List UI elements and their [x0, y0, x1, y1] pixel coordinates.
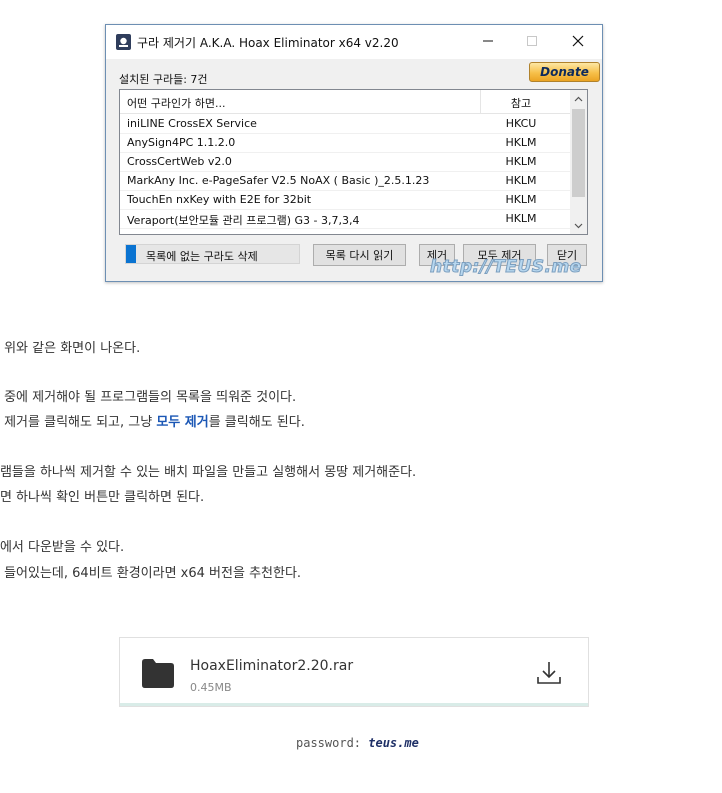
- article-line: 면 위와 같은 화면이 나온다.: [0, 341, 141, 356]
- maximize-icon: [527, 36, 537, 46]
- list-item[interactable]: TouchEn nxKey with E2E for 32bit HKLM: [120, 191, 570, 210]
- app-window-screenshot: 구라 제거기 A.K.A. Hoax Eliminator x64 v2.20 …: [105, 24, 603, 282]
- password-value: teus.me: [368, 736, 419, 750]
- app-icon: [116, 34, 131, 50]
- donate-button[interactable]: Donate: [529, 62, 600, 82]
- item-ref: HKLM: [505, 136, 537, 149]
- item-ref: HKLM: [505, 193, 537, 206]
- file-size: 0.45MB: [190, 681, 232, 694]
- list-item[interactable]: AnySign4PC 1.1.2.0 HKLM: [120, 134, 570, 153]
- close-icon: [572, 35, 584, 47]
- item-name: TouchEn nxKey with E2E for 32bit: [127, 193, 312, 206]
- list-item[interactable]: iniLINE CrossEX Service HKCU: [120, 115, 570, 134]
- list-item[interactable]: Veraport(보안모듈 관리 프로그램) G3 - 3,7,3,4 HKLM: [120, 210, 570, 229]
- installed-count-label: 설치된 구라들: 7건: [119, 73, 208, 86]
- card-underline: [120, 703, 588, 706]
- article-text: 서 제거를 클릭해도 되고, 그냥: [0, 415, 157, 430]
- highlight-remove-all: 모두 제거: [156, 415, 209, 430]
- close-window-button[interactable]: [563, 31, 593, 51]
- file-name[interactable]: HoaxEliminator2.20.rar: [190, 658, 353, 674]
- minimize-button[interactable]: [473, 31, 503, 51]
- article-line: 그램들을 하나씩 제거할 수 있는 배치 파일을 만들고 실행해서 몽땅 제거해…: [0, 465, 417, 480]
- password-note: password: teus.me: [296, 736, 419, 750]
- watermark: http://TEUS.me: [430, 257, 582, 278]
- status-text: 목록에 없는 구라도 삭제: [146, 250, 258, 263]
- list-rows: iniLINE CrossEX Service HKCU AnySign4PC …: [120, 115, 570, 229]
- list-item[interactable]: MarkAny Inc. e-PageSafer V2.5 NoAX ( Bas…: [120, 172, 570, 191]
- item-ref: HKLM: [505, 212, 537, 225]
- article-line: 들 중에 제거해야 될 프로그램들의 목록을 띄워준 것이다.: [0, 390, 297, 405]
- hoax-list[interactable]: 어떤 구라인가 하면... 참고 iniLINE CrossEX Service…: [119, 89, 588, 235]
- article-line: 뜨면 하나씩 확인 버튼만 클릭하면 된다.: [0, 490, 205, 505]
- article-text: 를 클릭해도 된다.: [208, 415, 305, 430]
- scrollbar-thumb[interactable]: [572, 109, 585, 197]
- password-label: password:: [296, 736, 369, 750]
- scroll-up-button[interactable]: [570, 90, 587, 107]
- item-ref: HKCU: [505, 117, 537, 130]
- item-ref: HKLM: [505, 174, 537, 187]
- chevron-up-icon: [574, 96, 583, 101]
- chevron-down-icon: [574, 223, 583, 228]
- file-attachment[interactable]: HoaxEliminator2.20.rar 0.45MB: [119, 637, 589, 707]
- article-line: 에 들어있는데, 64비트 환경이라면 x64 버전을 추천한다.: [0, 566, 302, 581]
- title-bar: 구라 제거기 A.K.A. Hoax Eliminator x64 v2.20: [106, 25, 602, 59]
- column-header-name[interactable]: 어떤 구라인가 하면...: [127, 95, 225, 111]
- delete-unlisted-option[interactable]: 목록에 없는 구라도 삭제: [125, 244, 300, 264]
- download-icon[interactable]: [536, 660, 562, 686]
- item-name: MarkAny Inc. e-PageSafer V2.5 NoAX ( Bas…: [127, 174, 430, 187]
- folder-icon: [142, 659, 174, 688]
- list-header: 어떤 구라인가 하면... 참고: [120, 90, 570, 114]
- article-line: 크에서 다운받을 수 있다.: [0, 540, 125, 555]
- scroll-down-button[interactable]: [570, 217, 587, 234]
- reload-list-button[interactable]: 목록 다시 읽기: [313, 244, 406, 266]
- item-name: AnySign4PC 1.1.2.0: [127, 136, 236, 149]
- item-name: Veraport(보안모듈 관리 프로그램) G3 - 3,7,3,4: [127, 214, 360, 227]
- item-ref: HKLM: [505, 155, 537, 168]
- list-item[interactable]: CrossCertWeb v2.0 HKLM: [120, 153, 570, 172]
- article-line: 서 제거를 클릭해도 되고, 그냥 모두 제거를 클릭해도 된다.: [0, 411, 305, 430]
- minimize-icon: [483, 40, 493, 42]
- status-indicator: [126, 245, 136, 263]
- window-title: 구라 제거기 A.K.A. Hoax Eliminator x64 v2.20: [137, 36, 399, 50]
- column-header-ref[interactable]: 참고: [481, 95, 561, 111]
- item-name: iniLINE CrossEX Service: [127, 117, 257, 130]
- item-name: CrossCertWeb v2.0: [127, 155, 232, 168]
- maximize-button[interactable]: [517, 31, 547, 51]
- list-scrollbar[interactable]: [570, 90, 587, 234]
